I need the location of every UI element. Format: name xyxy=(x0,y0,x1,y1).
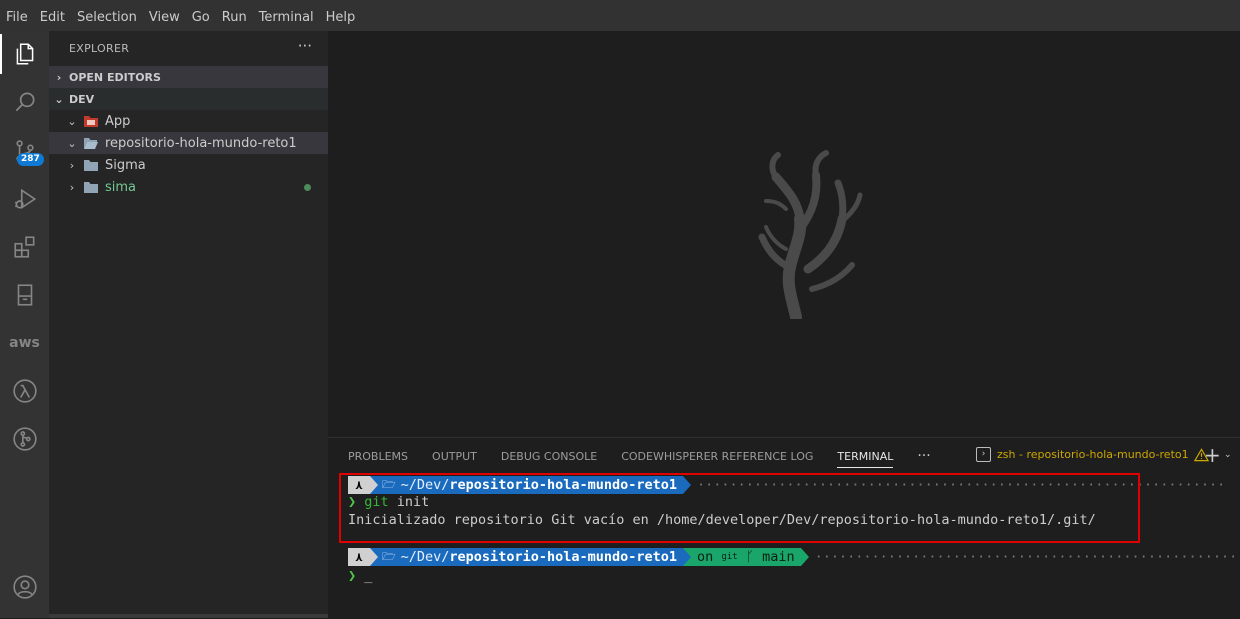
chevron-down-icon: ⌄ xyxy=(67,136,77,150)
run-debug-icon xyxy=(14,188,36,210)
activity-remote-explorer[interactable] xyxy=(0,275,49,315)
chevron-right-icon: › xyxy=(69,158,75,172)
chevron-down-icon: ⌄ xyxy=(54,92,64,106)
section-dev[interactable]: ⌄ DEV xyxy=(49,88,328,110)
panel-tabs: PROBLEMS OUTPUT DEBUG CONSOLE CODEWHISPE… xyxy=(348,438,931,474)
tab-codewhisperer-reference-log[interactable]: CODEWHISPERER REFERENCE LOG xyxy=(621,438,813,474)
activity-bar: 287 aws xyxy=(0,31,49,618)
extensions-icon xyxy=(13,236,34,258)
explorer-more-icon[interactable]: ··· xyxy=(298,37,312,55)
account-icon xyxy=(12,575,37,599)
chevron-right-icon: › xyxy=(69,180,75,194)
branch-name: main xyxy=(762,549,795,565)
menu-help[interactable]: Help xyxy=(320,0,362,31)
app-folder-icon xyxy=(83,114,99,128)
folder-icon: 🗁 xyxy=(382,549,396,563)
folder-open-icon xyxy=(83,136,99,150)
tree-item-label: App xyxy=(105,113,131,129)
menu-go[interactable]: Go xyxy=(186,0,216,31)
tab-terminal[interactable]: TERMINAL xyxy=(837,438,893,474)
panel-more-icon[interactable]: ··· xyxy=(917,438,930,474)
terminal-icon: › xyxy=(976,447,991,462)
menu-edit[interactable]: Edit xyxy=(34,0,71,31)
dir-prefix: ~/Dev/ xyxy=(400,549,450,565)
menu-selection[interactable]: Selection xyxy=(71,0,143,31)
activity-search[interactable] xyxy=(0,82,49,122)
activity-extensions[interactable] xyxy=(0,227,49,267)
menu-view[interactable]: View xyxy=(143,0,186,31)
search-icon xyxy=(15,92,35,112)
editor-area xyxy=(328,31,1240,437)
tree-item-label: sima xyxy=(105,179,137,195)
git-on: on xyxy=(697,549,714,565)
tab-output[interactable]: OUTPUT xyxy=(432,438,477,474)
activity-git-graph[interactable] xyxy=(0,419,49,459)
new-terminal-button[interactable]: + xyxy=(1204,443,1221,467)
explorer-icon xyxy=(16,43,33,65)
tree-item-app[interactable]: ⌄ App xyxy=(49,110,328,132)
explorer-sidebar: EXPLORER ··· › OPEN EDITORS ⌄ DEV ⌄ App … xyxy=(49,31,328,618)
prompt-filler: ········································… xyxy=(814,549,1235,565)
menu-terminal[interactable]: Terminal xyxy=(253,0,320,31)
folder-icon xyxy=(83,180,99,194)
chevron-down-icon[interactable]: ⌄ xyxy=(1224,450,1232,460)
menu-run[interactable]: Run xyxy=(216,0,253,31)
tree-item-label: Sigma xyxy=(105,157,146,173)
git-segment: on git ᚴ main xyxy=(691,548,801,566)
tree-item-label: repositorio-hola-mundo-reto1 xyxy=(105,135,297,151)
modified-dot-icon xyxy=(304,184,311,191)
remote-explorer-icon xyxy=(17,284,32,306)
section-dev-label: DEV xyxy=(69,92,95,106)
branch-icon: ᚴ xyxy=(745,549,754,565)
explorer-title: EXPLORER xyxy=(69,42,130,55)
tab-problems[interactable]: PROBLEMS xyxy=(348,438,408,474)
chevron-right-icon: › xyxy=(56,70,62,84)
section-open-editors[interactable]: › OPEN EDITORS xyxy=(49,66,328,88)
menu-file[interactable]: File xyxy=(0,0,34,31)
activity-lambda[interactable] xyxy=(0,371,49,411)
chevron-down-icon: ⌄ xyxy=(67,114,77,128)
source-control-badge: 287 xyxy=(17,153,44,166)
terminal-selector[interactable]: › zsh - repositorio-hola-mundo-reto1 xyxy=(976,447,1209,462)
vscodium-watermark-icon xyxy=(758,150,863,319)
tree-item-sigma[interactable]: › Sigma xyxy=(49,154,328,176)
sidebar-scrollbar[interactable] xyxy=(49,614,328,618)
tree-item-sima[interactable]: › sima xyxy=(49,176,328,198)
aws-icon: aws xyxy=(9,335,40,351)
terminal-name: zsh - repositorio-hola-mundo-reto1 xyxy=(997,448,1189,461)
prompt-line: ⋏ 🗁 ~/Dev/repositorio-hola-mundo-reto1 o… xyxy=(348,548,1235,566)
input-line: ❯ _ xyxy=(348,568,372,586)
tab-debug-console[interactable]: DEBUG CONSOLE xyxy=(501,438,597,474)
dir-name: repositorio-hola-mundo-reto1 xyxy=(449,549,677,565)
os-segment: ⋏ xyxy=(348,548,370,566)
activity-account[interactable] xyxy=(0,567,49,607)
activity-aws[interactable]: aws xyxy=(0,323,49,363)
lambda-icon xyxy=(12,379,37,403)
dir-segment: 🗁 ~/Dev/repositorio-hola-mundo-reto1 xyxy=(378,548,683,566)
activity-run-debug[interactable] xyxy=(0,179,49,219)
activity-source-control[interactable]: 287 xyxy=(0,131,49,171)
section-open-editors-label: OPEN EDITORS xyxy=(69,70,161,84)
git-logo: git xyxy=(721,552,738,562)
cursor: _ xyxy=(364,568,373,584)
prompt-chevron: ❯ xyxy=(348,568,357,584)
tree-item-repositorio[interactable]: ⌄ repositorio-hola-mundo-reto1 xyxy=(49,132,328,154)
folder-icon xyxy=(83,158,99,172)
git-graph-icon xyxy=(12,427,37,451)
highlight-box xyxy=(339,473,1140,543)
activity-explorer[interactable] xyxy=(0,34,49,74)
menu-bar: File Edit Selection View Go Run Terminal… xyxy=(0,0,1240,31)
